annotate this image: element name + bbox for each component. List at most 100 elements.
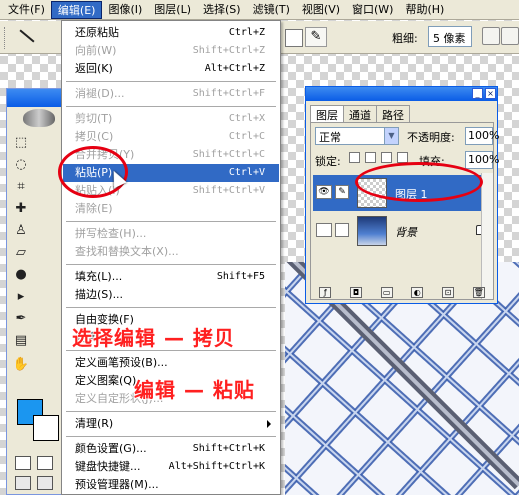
edit-menu-item[interactable]: 拼写检查(H)... (63, 225, 279, 243)
edit-menu-item[interactable]: 消褪(D)... Shift+Ctrl+F (63, 85, 279, 103)
edit-menu-item[interactable]: 填充(L)... Shift+F5 (63, 268, 279, 286)
menu-item-3[interactable]: 图层(L) (148, 1, 197, 19)
menu-item-1[interactable]: 编辑(E) (50, 0, 103, 19)
new-layer-icon[interactable]: ⊡ (441, 287, 454, 298)
layer-row-background[interactable]: 背景 (313, 213, 491, 249)
notes-tool-icon[interactable]: ▤ (11, 331, 31, 351)
stamp-tool-icon[interactable]: ♙ (11, 221, 31, 241)
shape-mode-button[interactable] (482, 27, 500, 45)
palette-well-button[interactable] (501, 27, 519, 45)
edit-menu-item-shortcut: Ctrl+C (228, 131, 265, 142)
edit-menu-item[interactable]: 还原粘贴 Ctrl+Z (63, 24, 279, 42)
edit-menu-item[interactable]: 清理(R) (63, 415, 279, 433)
eye-icon[interactable]: 👁 (316, 185, 332, 199)
edit-menu-item[interactable]: 返回(K) Alt+Ctrl+Z (63, 60, 279, 78)
pushpin-icon[interactable]: ✎ (305, 27, 327, 47)
line-tool-icon[interactable] (19, 29, 35, 43)
edit-menu-item-shortcut: Ctrl+V (228, 167, 265, 178)
blend-mode-value: 正常 (319, 131, 341, 144)
screen-mode-standard[interactable] (15, 476, 31, 490)
tab-1[interactable]: 通道 (343, 105, 377, 123)
edit-menu-item-shortcut: Shift+Ctrl+Z (192, 45, 265, 56)
add-mask-icon[interactable]: ◘ (349, 287, 362, 298)
adjustment-layer-icon[interactable]: ◐ (411, 287, 424, 298)
opacity-label: 不透明度: (407, 131, 455, 144)
lock-options (349, 152, 408, 163)
new-set-icon[interactable]: ▭ (380, 287, 393, 298)
tab-0[interactable]: 图层 (310, 105, 344, 123)
menu-item-5[interactable]: 滤镜(T) (247, 1, 296, 19)
edit-menu-item-shortcut: Ctrl+X (228, 113, 265, 124)
lasso-tool-icon[interactable]: ◌ (11, 155, 31, 175)
style-swatch[interactable] (285, 29, 303, 47)
lock-position-icon[interactable] (381, 152, 392, 163)
toolbox: ⬚ ◌ ⌗ ✚ ♙ ▱ ● ▸ ✒ ▤ ✋ (6, 88, 68, 495)
path-select-icon[interactable]: ▸ (11, 287, 31, 307)
menu-item-0[interactable]: 文件(F) (2, 1, 51, 19)
edit-menu-item[interactable]: 清除(E) (63, 200, 279, 218)
opacity-input[interactable]: 100% (465, 127, 499, 145)
menu-item-8[interactable]: 帮助(H) (399, 1, 450, 19)
menu-bar: 文件(F) 编辑(E) 图像(I) 图层(L) 选择(S) 滤镜(T) 视图(V) 窗口(W)… (0, 0, 519, 20)
menu-separator (66, 106, 276, 107)
edit-menu-item[interactable]: 描边(S)... (63, 286, 279, 304)
lock-pixels-icon[interactable] (365, 152, 376, 163)
menu-item-4[interactable]: 选择(S) (197, 1, 247, 19)
options-grip[interactable] (4, 27, 7, 49)
healing-brush-icon[interactable]: ✚ (11, 199, 31, 219)
eraser-tool-icon[interactable]: ▱ (11, 243, 31, 263)
chevron-down-icon[interactable]: ▼ (384, 128, 398, 144)
menu-separator (66, 436, 276, 437)
blend-mode-select[interactable]: 正常 ▼ (315, 127, 399, 145)
edit-menu-item[interactable]: 键盘快捷键... Alt+Shift+Ctrl+K (63, 458, 279, 476)
edit-menu-item-label: 拼写检查(H)... (75, 227, 147, 240)
brush-icon[interactable]: ✎ (335, 185, 349, 199)
layers-scrollbar[interactable] (481, 173, 493, 299)
link-box[interactable] (335, 223, 349, 237)
weight-input[interactable]: 5 像素 (428, 26, 472, 47)
toolbox-titlebar[interactable] (7, 89, 67, 107)
screen-mode-full[interactable] (37, 476, 53, 490)
close-icon[interactable]: × (485, 88, 496, 99)
pen-tool-icon[interactable]: ✒ (11, 309, 31, 329)
hand-tool-icon[interactable]: ✋ (11, 355, 31, 375)
edit-menu-item-label: 消褪(D)... (75, 87, 125, 100)
edit-menu-item-label: 填充(L)... (75, 270, 123, 283)
edit-menu-item-label: 键盘快捷键... (75, 460, 141, 473)
standard-mode-button[interactable] (15, 456, 31, 470)
menu-item-7[interactable]: 窗口(W) (346, 1, 399, 19)
menu-separator (66, 221, 276, 222)
edit-menu-item[interactable]: 定义画笔预设(B)... (63, 354, 279, 372)
edit-menu-item[interactable]: 查找和替换文本(X)... (63, 243, 279, 261)
menu-item-2[interactable]: 图像(I) (102, 1, 148, 19)
menu-item-6[interactable]: 视图(V) (296, 1, 346, 19)
edit-menu-item-label: 剪切(T) (75, 112, 113, 125)
edit-menu-item-label: 返回(K) (75, 62, 113, 75)
visibility-box[interactable] (316, 223, 332, 237)
marquee-tool-icon[interactable]: ⬚ (11, 133, 31, 153)
edit-menu-item-shortcut: Alt+Ctrl+Z (204, 63, 265, 74)
layer-style-icon[interactable]: ƒ (319, 287, 332, 298)
layer-name: 背景 (395, 226, 417, 239)
edit-menu-item-shortcut: Shift+Ctrl+F (192, 88, 265, 99)
edit-menu-item[interactable]: 颜色设置(G)... Shift+Ctrl+K (63, 440, 279, 458)
layers-panel-titlebar[interactable]: _ × (306, 87, 497, 101)
edit-menu-item-label: 还原粘贴 (75, 26, 119, 39)
edit-menu-item[interactable]: 剪切(T) Ctrl+X (63, 110, 279, 128)
menu-separator (66, 411, 276, 412)
edit-menu-item-label: 向前(W) (75, 44, 117, 57)
edit-menu-item[interactable]: 拷贝(C) Ctrl+C (63, 128, 279, 146)
quickmask-mode-button[interactable] (37, 456, 53, 470)
minimize-icon[interactable]: _ (472, 88, 483, 99)
tab-2[interactable]: 路径 (376, 105, 410, 123)
lock-transparency-icon[interactable] (349, 152, 360, 163)
edit-menu-item[interactable]: 预设管理器(M)... (63, 476, 279, 494)
blur-tool-icon[interactable]: ● (11, 265, 31, 285)
fill-input[interactable]: 100% (465, 151, 499, 169)
annotation-ring-layer (355, 162, 483, 202)
edit-menu-item[interactable]: 向前(W) Shift+Ctrl+Z (63, 42, 279, 60)
layers-panel-body: 正常 ▼ 不透明度: 100% 锁定: 填充: 100% 👁 ✎ 图层 1 背景 (310, 122, 499, 300)
crop-tool-icon[interactable]: ⌗ (11, 177, 31, 197)
trash-icon[interactable]: 🗑 (472, 287, 485, 298)
background-color-swatch[interactable] (33, 415, 59, 441)
